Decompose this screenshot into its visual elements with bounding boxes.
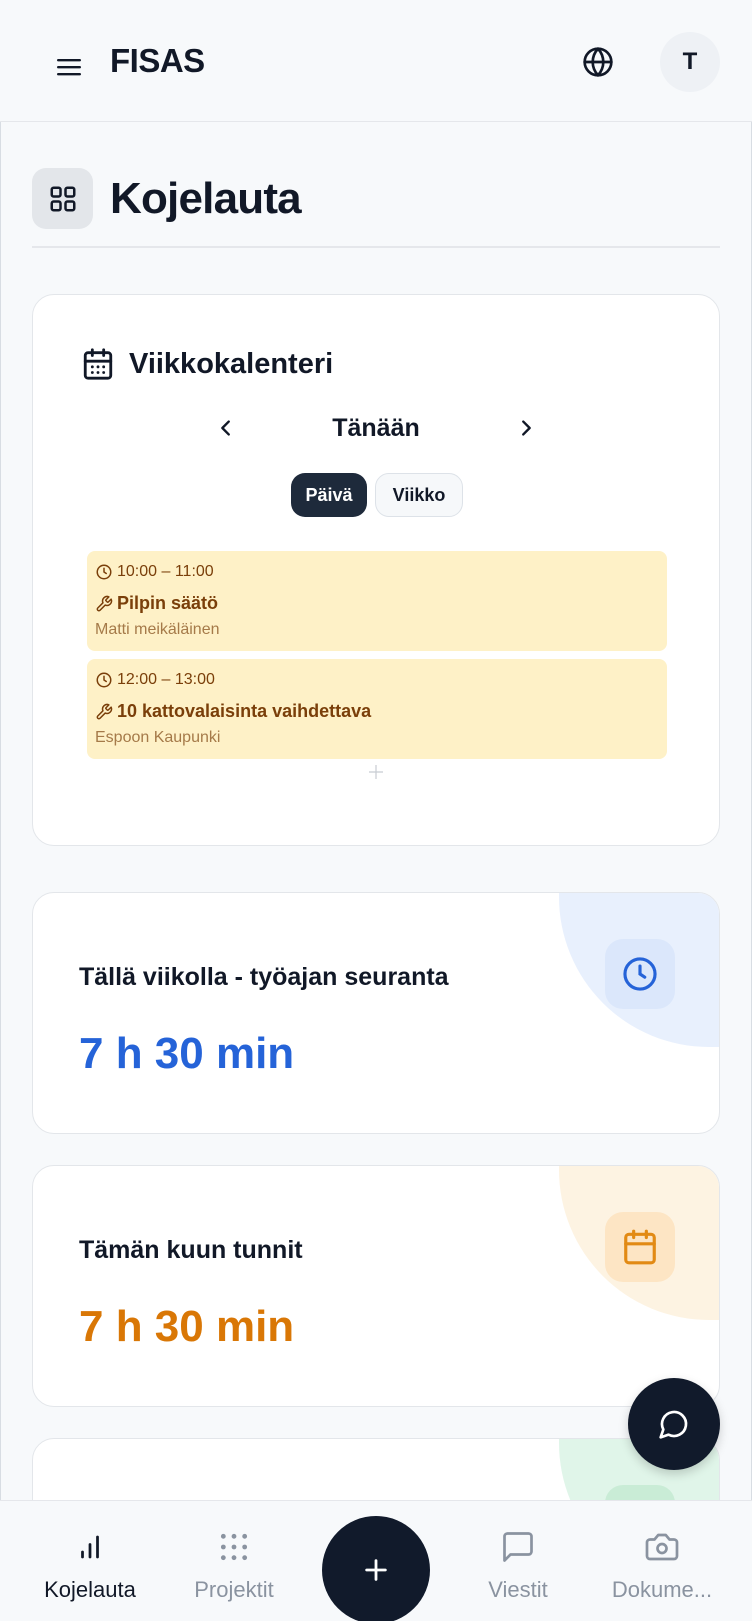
user-avatar[interactable]: T	[660, 32, 720, 92]
calendar-title: Viikkokalenteri	[129, 347, 334, 380]
previous-period-button[interactable]	[211, 413, 241, 443]
nav-label: Projektit	[194, 1577, 274, 1602]
stat-icon-tile	[605, 1212, 675, 1282]
wrench-icon	[96, 703, 113, 719]
calendar-event[interactable]: 10:00 – 11:00 Pilpin säätö Matti meikälä…	[87, 551, 667, 651]
event-title: 10 kattovalaisinta vaihdettava	[117, 701, 372, 721]
page-header: Kojelauta	[32, 168, 720, 248]
nav-item-dashboard[interactable]: Kojelauta	[30, 1501, 150, 1621]
message-icon	[500, 1527, 536, 1567]
top-app-bar: FISAS T	[0, 0, 752, 122]
chat-button[interactable]	[628, 1378, 720, 1470]
event-title: Pilpin säätö	[117, 593, 219, 613]
bar-chart-icon	[75, 1527, 105, 1567]
event-time-row: 10:00 – 11:00	[95, 563, 214, 581]
event-client: Matti meikäläinen	[95, 621, 220, 638]
add-new-button[interactable]	[322, 1516, 430, 1621]
stat-label: Tällä viikolla - työajan seuranta	[79, 963, 449, 991]
event-time-row: 12:00 – 13:00	[95, 671, 215, 689]
menu-button[interactable]	[54, 52, 84, 82]
weekly-hours-card[interactable]: Tällä viikolla - työajan seuranta 7 h 30…	[32, 892, 720, 1134]
clock-icon	[96, 672, 112, 688]
chevron-right-icon	[522, 420, 531, 436]
current-period-label[interactable]: Tänään	[283, 414, 469, 443]
event-client: Espoon Kaupunki	[95, 729, 221, 746]
view-week-button[interactable]: Viikko	[375, 473, 463, 517]
grid-dots-icon	[218, 1527, 250, 1567]
language-button[interactable]	[580, 44, 616, 80]
stat-label: Tämän kuun tunnit	[79, 1236, 303, 1264]
stat-icon-tile	[605, 939, 675, 1009]
wrench-icon	[96, 595, 113, 611]
calendar-event[interactable]: 12:00 – 13:00 10 kattovalaisinta vaihdet…	[87, 659, 667, 759]
plus-icon	[365, 1559, 387, 1581]
page-title: Kojelauta	[110, 174, 302, 223]
chat-bubble-icon	[659, 1410, 688, 1439]
event-time: 12:00 – 13:00	[117, 671, 215, 688]
stat-value: 7 h 30 min	[79, 1029, 295, 1078]
dashboard-grid-icon	[50, 186, 75, 211]
stat-value: 7 h 30 min	[79, 1302, 295, 1351]
calendar-icon	[83, 348, 113, 380]
calendar-title-row: Viikkokalenteri	[81, 347, 333, 381]
camera-icon	[644, 1527, 680, 1567]
nav-item-documents[interactable]: Dokume...	[598, 1501, 726, 1621]
plus-icon	[369, 765, 383, 779]
nav-label: Dokume...	[611, 1577, 713, 1602]
hamburger-icon	[57, 59, 81, 76]
nav-item-messages[interactable]: Viestit	[458, 1501, 578, 1621]
nav-label: Kojelauta	[44, 1577, 136, 1602]
clock-icon	[623, 957, 657, 991]
chevron-left-icon	[221, 420, 230, 436]
event-time: 10:00 – 11:00	[117, 563, 214, 580]
view-day-button[interactable]: Päivä	[291, 473, 367, 517]
globe-icon	[583, 47, 613, 77]
event-title-row: Pilpin säätö	[95, 593, 218, 614]
next-period-button[interactable]	[511, 413, 541, 443]
app-title: FISAS	[110, 42, 205, 79]
clock-icon	[96, 564, 112, 580]
weekly-calendar-card: Viikkokalenteri Tänään Päivä Viikko 10:0…	[32, 294, 720, 846]
dashboard-icon-tile	[32, 168, 93, 229]
add-event-button[interactable]	[365, 761, 387, 783]
nav-label: Viestit	[488, 1577, 548, 1602]
calendar-icon	[624, 1229, 656, 1265]
monthly-hours-card[interactable]: Tämän kuun tunnit 7 h 30 min	[32, 1165, 720, 1407]
event-title-row: 10 kattovalaisinta vaihdettava	[95, 701, 371, 722]
nav-item-projects[interactable]: Projektit	[174, 1501, 294, 1621]
